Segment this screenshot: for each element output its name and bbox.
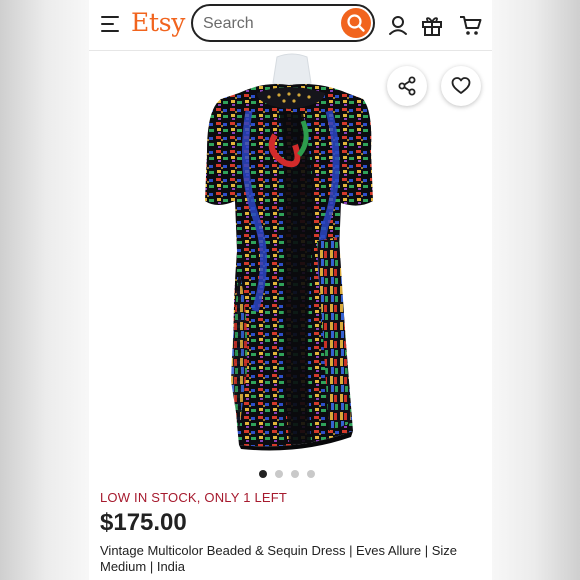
search-bar[interactable]	[191, 4, 375, 42]
product-image-carousel[interactable]	[89, 51, 492, 461]
cart-icon	[460, 16, 482, 35]
product-photo	[205, 53, 373, 451]
carousel-dot[interactable]	[307, 470, 315, 478]
cart-button[interactable]	[459, 13, 483, 37]
etsy-logo[interactable]: Etsy	[131, 8, 185, 37]
carousel-indicator	[259, 470, 323, 478]
carousel-dot[interactable]	[291, 470, 299, 478]
search-icon	[347, 14, 365, 32]
menu-icon[interactable]	[101, 15, 121, 33]
carousel-dot[interactable]	[259, 470, 267, 478]
stock-notice: LOW IN STOCK, ONLY 1 LEFT	[100, 490, 288, 505]
carousel-dot[interactable]	[275, 470, 283, 478]
etsy-app-screen: Etsy Search LOW IN STOCK, ONLY 1 LEFT $1…	[89, 0, 492, 580]
user-icon	[389, 16, 407, 35]
search-button[interactable]	[341, 8, 371, 38]
account-button[interactable]	[386, 13, 410, 37]
top-navigation-bar: Etsy	[89, 0, 492, 51]
share-button[interactable]	[387, 66, 427, 106]
gift-icon	[422, 17, 442, 36]
gift-button[interactable]	[420, 13, 444, 37]
listing-title: Vintage Multicolor Beaded & Sequin Dress…	[100, 543, 457, 574]
listing-price: $175.00	[100, 509, 187, 536]
search-input[interactable]	[203, 14, 323, 34]
heart-icon	[451, 77, 471, 94]
favorite-button[interactable]	[441, 66, 481, 106]
share-icon	[398, 76, 416, 96]
